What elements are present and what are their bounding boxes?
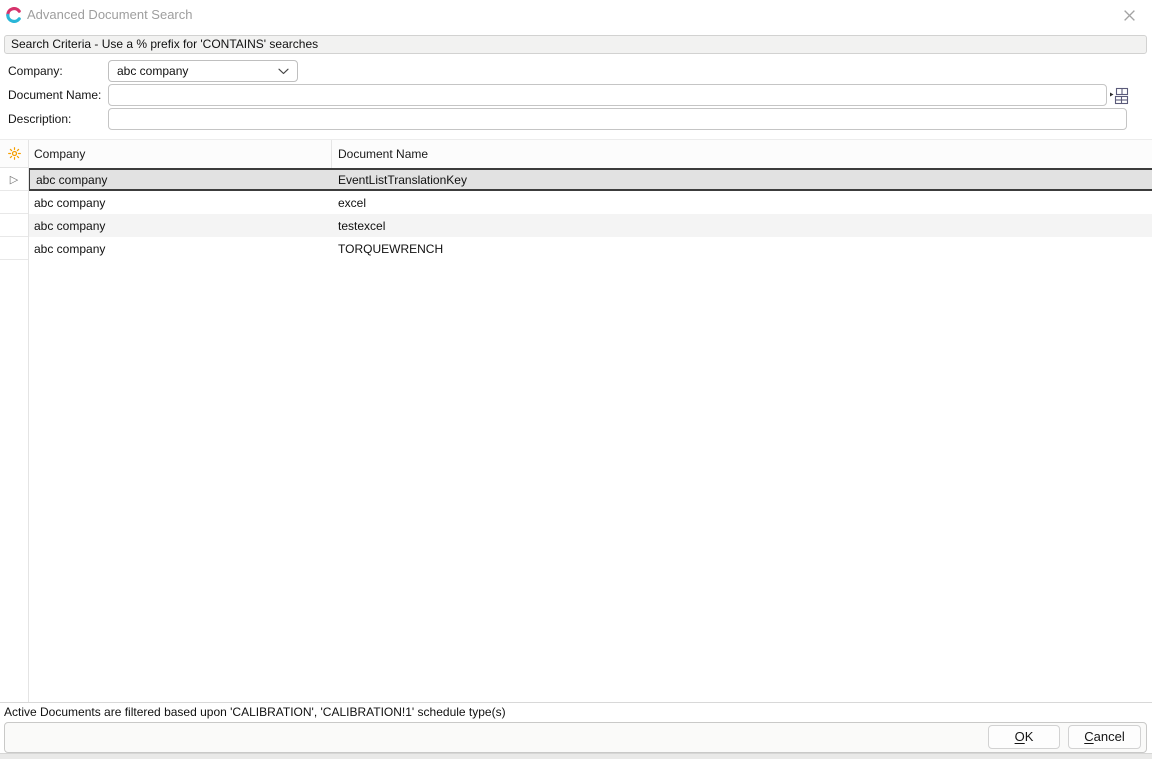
row-header-cell[interactable]: ▷ <box>0 168 28 191</box>
cell-company[interactable]: abc company <box>28 219 332 233</box>
cell-company[interactable]: abc company <box>28 242 332 256</box>
column-header-document-name[interactable]: Document Name <box>332 140 1152 168</box>
row-content[interactable]: abc companyTORQUEWRENCH <box>28 237 1152 260</box>
grid-rows: ▷abc companyEventListTranslationKeyabc c… <box>0 168 1152 260</box>
row-content[interactable]: abc companyexcel <box>28 191 1152 214</box>
row-content[interactable]: abc companytestexcel <box>28 214 1152 237</box>
row-header-cell[interactable] <box>0 237 28 260</box>
cell-document-name[interactable]: TORQUEWRENCH <box>332 242 1152 256</box>
cell-document-name[interactable]: testexcel <box>332 219 1152 233</box>
table-row[interactable]: abc companytestexcel <box>0 214 1152 237</box>
window-title: Advanced Document Search <box>27 7 192 22</box>
footer-panel <box>4 722 1147 753</box>
grid-header-row: Company Document Name <box>0 140 1152 168</box>
row-header-cell[interactable] <box>0 191 28 214</box>
window-bottom-edge <box>0 753 1152 759</box>
cell-document-name[interactable]: excel <box>332 196 1152 210</box>
document-name-input[interactable] <box>108 84 1107 106</box>
grid-corner-cell[interactable] <box>0 140 28 168</box>
ok-button[interactable]: OK <box>988 725 1060 749</box>
advanced-document-search-dialog: Advanced Document Search Search Criteria… <box>0 0 1152 759</box>
table-row[interactable]: ▷ abc companyEventListTranslationKey <box>0 168 1152 191</box>
description-label: Description: <box>8 108 71 130</box>
column-header-company[interactable]: Company <box>28 140 332 168</box>
document-lookup-icon[interactable] <box>1108 85 1130 105</box>
company-select[interactable]: abc company <box>108 60 298 82</box>
title-bar: Advanced Document Search <box>0 0 1152 30</box>
row-header-cell[interactable] <box>0 214 28 237</box>
row-content[interactable]: abc companyEventListTranslationKey <box>28 168 1152 191</box>
sun-icon <box>8 147 21 160</box>
company-label: Company: <box>8 60 63 82</box>
cancel-button[interactable]: Cancel <box>1068 725 1141 749</box>
app-logo-icon <box>6 7 22 23</box>
cell-document-name[interactable]: EventListTranslationKey <box>332 173 1152 187</box>
results-grid: Company Document Name ▷abc companyEventL… <box>0 139 1152 703</box>
table-row[interactable]: abc companyTORQUEWRENCH <box>0 237 1152 260</box>
cell-company[interactable]: abc company <box>28 196 332 210</box>
chevron-down-icon <box>278 68 289 75</box>
document-name-label: Document Name: <box>8 84 101 106</box>
company-select-value: abc company <box>117 64 188 78</box>
search-criteria-group-header: Search Criteria - Use a % prefix for 'CO… <box>4 35 1147 54</box>
cell-company[interactable]: abc company <box>30 173 332 187</box>
table-row[interactable]: abc companyexcel <box>0 191 1152 214</box>
selected-row-indicator-icon: ▷ <box>10 173 18 186</box>
description-input[interactable] <box>108 108 1127 130</box>
close-icon[interactable] <box>1120 6 1138 24</box>
filter-status-text: Active Documents are filtered based upon… <box>4 705 506 720</box>
